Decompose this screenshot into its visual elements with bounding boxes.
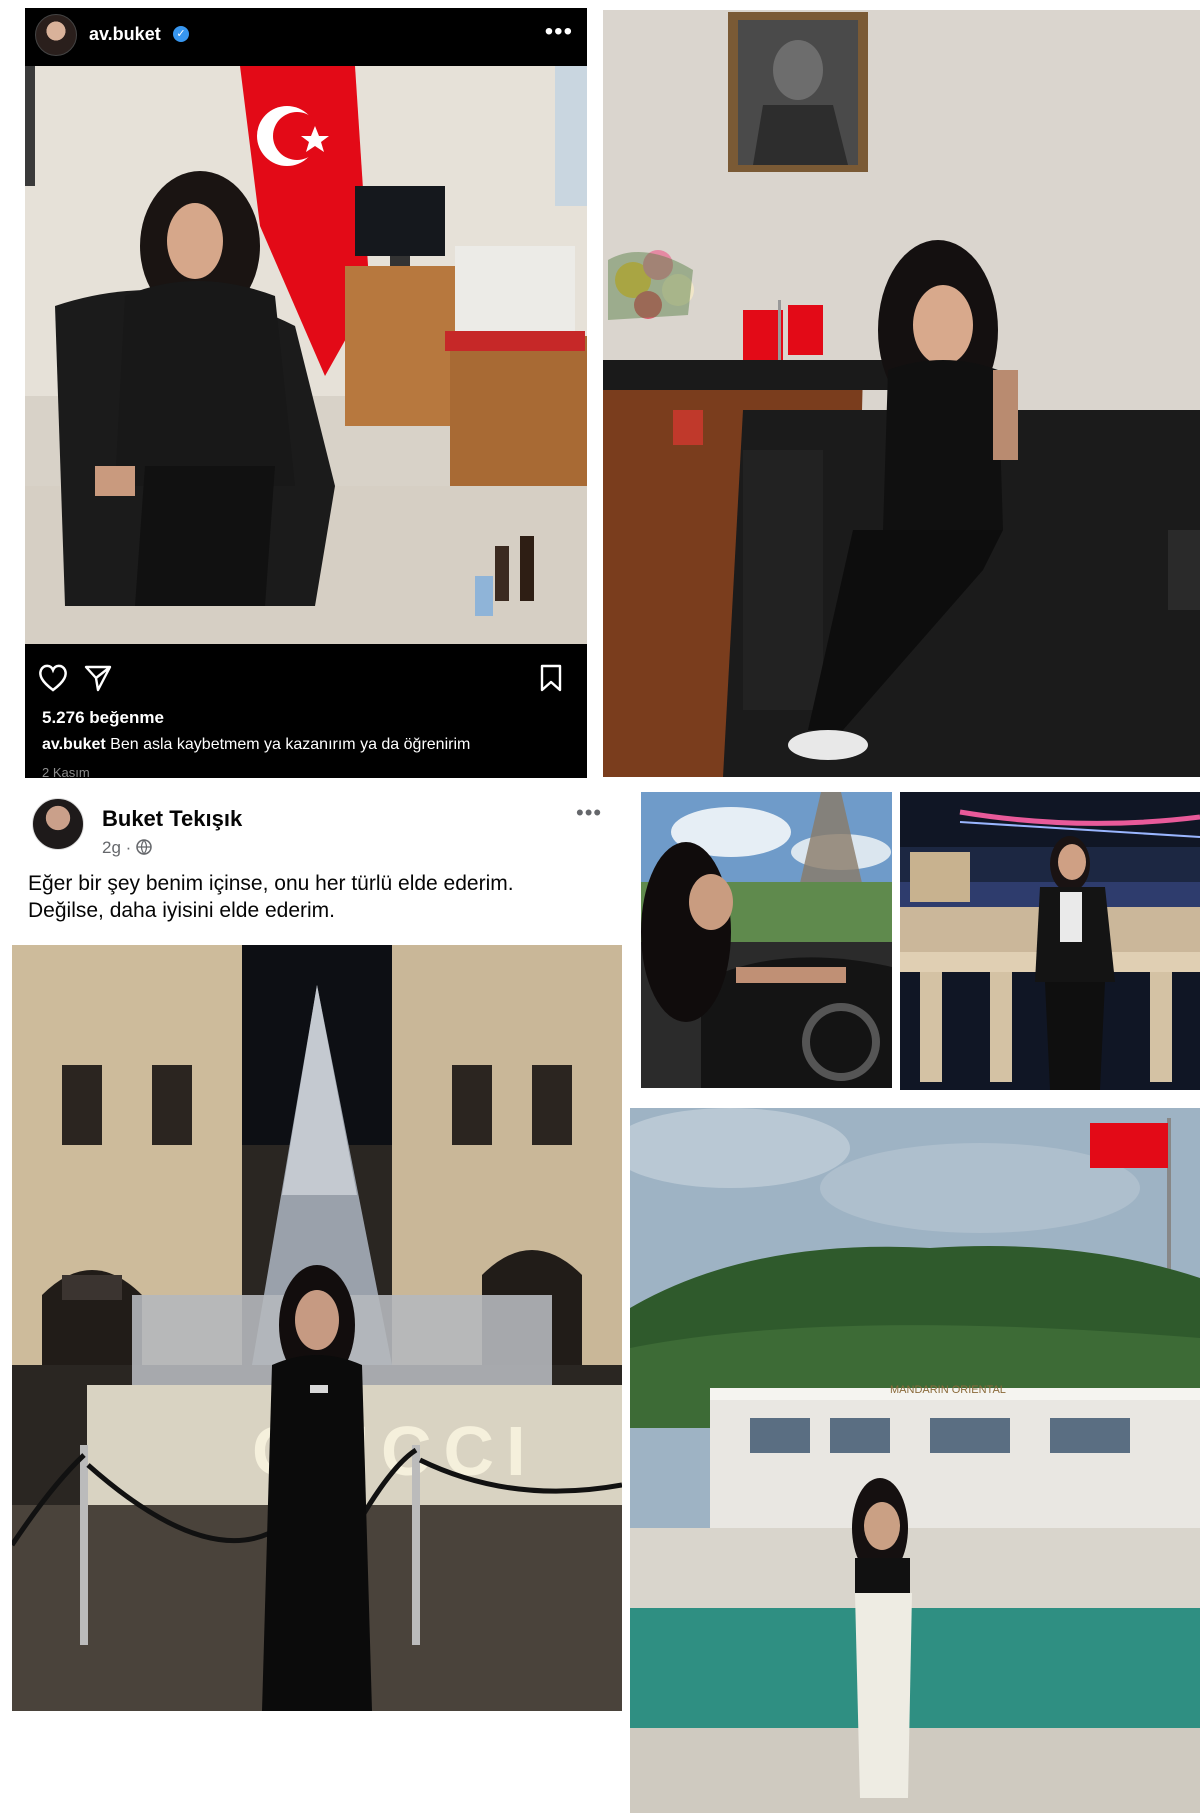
- caption-username[interactable]: av.buket: [42, 736, 106, 753]
- more-options-icon[interactable]: •••: [545, 18, 573, 46]
- post-timestamp: 2g ·: [102, 838, 152, 858]
- like-count: 5.276 beğenme: [42, 708, 164, 727]
- bookmark-icon[interactable]: [539, 663, 563, 693]
- instagram-avatar[interactable]: [35, 14, 77, 56]
- office-sofa-photo: [603, 10, 1200, 777]
- heart-icon[interactable]: [37, 663, 69, 693]
- instagram-post-header: av.buket ✓ •••: [25, 8, 587, 60]
- post-caption: av.buket Ben asla kaybetmem ya kazanırım…: [42, 736, 470, 754]
- post-text-line-1: Eğer bir şey benim içinse, onu her türlü…: [28, 872, 514, 895]
- facebook-post-text: Eğer bir şey benim içinse, onu her türlü…: [28, 870, 618, 924]
- car-photo: [641, 792, 892, 1088]
- facebook-post-header: Buket Tekışık 2g · ••• Eğer bir şey beni…: [0, 790, 625, 925]
- instagram-post-card: av.buket ✓ ••• 5.276 beğenme av.buket Be…: [25, 8, 587, 780]
- post-time[interactable]: 2g ·: [102, 838, 136, 857]
- facebook-profile-name[interactable]: Buket Tekışık: [102, 806, 242, 832]
- share-icon[interactable]: [83, 663, 113, 693]
- more-icon[interactable]: •••: [576, 800, 602, 826]
- verified-icon: ✓: [173, 26, 189, 42]
- caption-text: Ben asla kaybetmem ya kazanırım ya da öğ…: [105, 736, 471, 753]
- instagram-username[interactable]: av.buket: [89, 24, 161, 45]
- post-text-line-2: Değilse, daha iyisini elde ederim.: [28, 899, 335, 922]
- night-balcony-photo: [900, 792, 1200, 1090]
- facebook-avatar[interactable]: [32, 798, 84, 850]
- globe-icon: [136, 839, 152, 856]
- hotel-pool-photo: MANDARIN ORIENTAL: [630, 1108, 1200, 1813]
- instagram-post-photo[interactable]: [25, 66, 587, 644]
- post-date: 2 Kasım: [42, 765, 90, 780]
- hotel-sign: MANDARIN ORIENTAL: [890, 1384, 1006, 1396]
- gucci-gallery-photo: GUCCI: [12, 945, 622, 1711]
